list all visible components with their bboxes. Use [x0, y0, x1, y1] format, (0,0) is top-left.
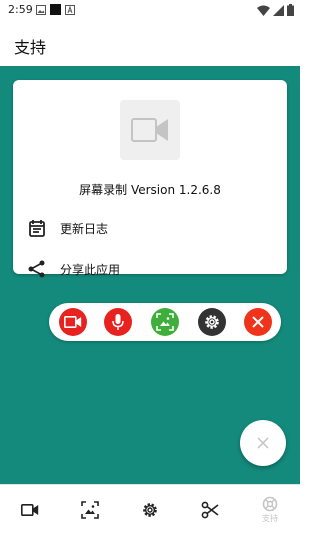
- nav-label-support: 支持: [262, 513, 278, 523]
- close-icon: [252, 316, 264, 328]
- app-version: 屏幕录制 Version 1.2.6.8: [79, 183, 221, 197]
- scissors-icon: [201, 501, 219, 518]
- microphone-button[interactable]: [104, 308, 132, 336]
- floating-toolbar: [49, 303, 281, 341]
- calendar-icon: [29, 220, 45, 237]
- signal-icon: [273, 4, 284, 16]
- nav-item-record[interactable]: [0, 485, 60, 534]
- changelog-label: 更新日志: [60, 222, 109, 236]
- a-letter-icon: [65, 4, 75, 15]
- status-time: 2:59: [8, 3, 33, 16]
- wifi-icon: [257, 5, 270, 16]
- app-logo: [120, 100, 180, 160]
- video-camera-icon: [131, 118, 168, 142]
- settings-gear-icon: [205, 315, 219, 329]
- share-icon: [28, 260, 45, 278]
- share-app-item[interactable]: 分享此应用: [13, 249, 287, 289]
- app-notification-icon: [50, 4, 61, 15]
- close-fab[interactable]: [240, 420, 286, 466]
- microphone-icon: [112, 314, 124, 330]
- nav-item-settings[interactable]: [120, 485, 180, 534]
- status-right-icons: [257, 4, 294, 16]
- status-left-icons: [36, 4, 75, 15]
- screenshot-button[interactable]: [151, 308, 179, 336]
- nav-item-support[interactable]: 支持: [240, 485, 300, 534]
- share-app-label: 分享此应用: [60, 263, 121, 277]
- support-icon: [262, 496, 278, 511]
- about-card: 屏幕录制 Version 1.2.6.8 更新日志 分享此应用: [13, 80, 287, 278]
- video-camera-icon: [21, 503, 39, 516]
- status-bar: 2:59: [0, 0, 300, 22]
- main-content: 屏幕录制 Version 1.2.6.8 更新日志 分享此应用: [0, 66, 300, 484]
- close-toolbar-button[interactable]: [244, 308, 272, 336]
- app-bar: 支持: [0, 22, 300, 66]
- changelog-item[interactable]: 更新日志: [13, 208, 287, 248]
- battery-icon: [287, 4, 294, 16]
- record-video-button[interactable]: [59, 308, 87, 336]
- nav-item-screenshot[interactable]: [60, 485, 120, 534]
- screenshot-icon: [156, 313, 174, 331]
- screenshot-icon: [81, 500, 99, 519]
- bottom-nav: 支持: [0, 484, 300, 534]
- image-icon: [36, 4, 46, 15]
- settings-button[interactable]: [198, 308, 226, 336]
- close-icon: [257, 437, 269, 449]
- record-video-icon: [64, 316, 82, 328]
- page-title: 支持: [14, 38, 47, 57]
- nav-item-edit[interactable]: [180, 485, 240, 534]
- gear-icon: [143, 502, 157, 517]
